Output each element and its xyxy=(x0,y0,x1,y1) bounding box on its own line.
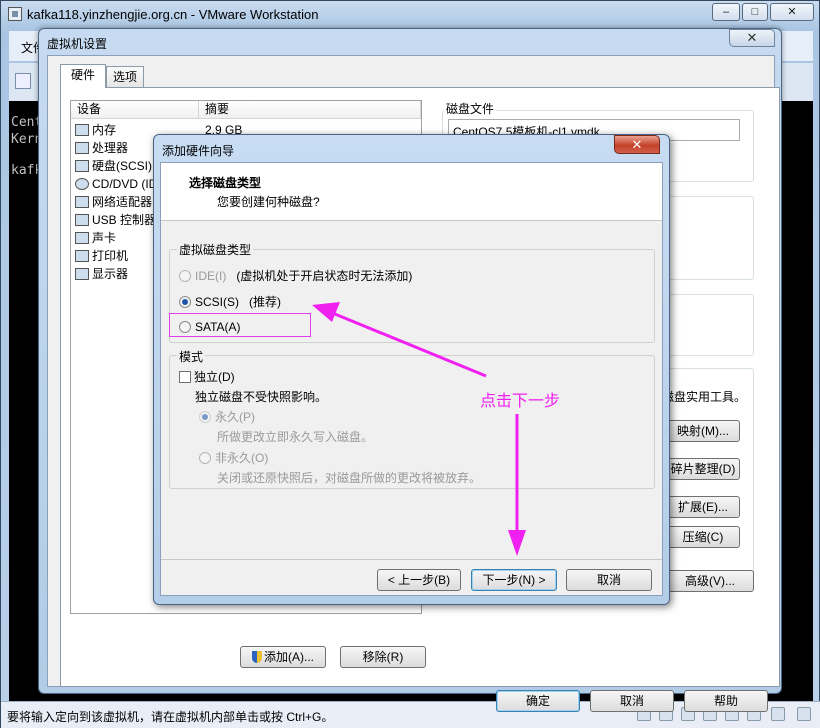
status-message: 要将输入定向到该虚拟机，请在虚拟机内部单击或按 Ctrl+G。 xyxy=(7,710,334,724)
wizard-header: 选择磁盘类型 您要创建何种磁盘? xyxy=(161,163,662,221)
device-row[interactable]: USB 控制器 xyxy=(75,211,156,229)
hard-disk-icon xyxy=(75,160,89,172)
persistent-description: 所做更改立即永久写入磁盘。 xyxy=(217,430,374,444)
tab-options[interactable]: 选项 xyxy=(106,66,144,88)
next-button[interactable]: 下一步(N) > xyxy=(471,569,557,591)
expand-button[interactable]: 扩展(E)... xyxy=(666,496,740,518)
nonpersistent-option: 非永久(O) xyxy=(199,449,268,466)
independent-checkbox[interactable] xyxy=(179,371,191,383)
wizard-heading: 选择磁盘类型 xyxy=(189,176,262,190)
device-row[interactable]: 打印机 xyxy=(75,247,128,265)
cancel-button[interactable]: 取消 xyxy=(590,690,674,712)
wizard-cancel-button[interactable]: 取消 xyxy=(566,569,652,591)
column-summary[interactable]: 摘要 xyxy=(199,101,421,119)
help-button[interactable]: 帮助 xyxy=(684,690,768,712)
annotation-text: 点击下一步 xyxy=(480,393,561,410)
disk-type-group-label: 虚拟磁盘类型 xyxy=(177,241,254,258)
column-device[interactable]: 设备 xyxy=(71,101,199,119)
vmware-app-icon xyxy=(8,7,22,21)
home-icon[interactable] xyxy=(15,73,31,89)
wizard-subheading: 您要创建何种磁盘? xyxy=(217,195,320,209)
persistent-option: 永久(P) xyxy=(199,408,255,425)
window-title: kafka118.yinzhengjie.org.cn - VMware Wor… xyxy=(27,7,319,22)
wizard-body: 选择磁盘类型 您要创建何种磁盘? 虚拟磁盘类型 IDE(I) (虚拟机处于开启状态… xyxy=(160,162,663,596)
nonpersistent-description: 关闭或还原快照后，对磁盘所做的更改将被放弃。 xyxy=(217,471,482,485)
device-row[interactable]: 硬盘(SCSI) xyxy=(75,157,152,175)
scsi-radio[interactable] xyxy=(179,296,191,308)
printer-icon xyxy=(75,250,89,262)
shield-icon xyxy=(252,651,262,663)
ide-option: IDE(I) (虚拟机处于开启状态时无法添加) xyxy=(179,267,412,284)
defragment-button[interactable]: 碎片整理(D) xyxy=(666,458,740,480)
close-button[interactable]: ✕ xyxy=(770,3,814,21)
remove-hardware-button[interactable]: 移除(R) xyxy=(340,646,426,668)
scsi-option[interactable]: SCSI(S) (推荐) xyxy=(179,293,281,310)
sata-option[interactable]: SATA(A) xyxy=(179,320,241,334)
add-hardware-wizard: 添加硬件向导 ✕ 选择磁盘类型 您要创建何种磁盘? 虚拟磁盘类型 IDE(I)(… xyxy=(153,134,670,605)
add-hardware-button[interactable]: 添加(A)... xyxy=(240,646,326,668)
device-row[interactable]: 显示器 xyxy=(75,265,128,283)
advanced-button[interactable]: 高级(V)... xyxy=(666,570,754,592)
sound-icon xyxy=(75,232,89,244)
persistent-radio xyxy=(199,411,211,423)
ide-radio xyxy=(179,270,191,282)
device-row[interactable]: 内存 2.9 GB xyxy=(75,121,242,139)
device-row[interactable]: 网络适配器 xyxy=(75,193,152,211)
network-icon xyxy=(75,196,89,208)
maximize-button[interactable]: □ xyxy=(742,3,768,21)
cd-dvd-icon xyxy=(75,178,89,190)
display-status-icon[interactable] xyxy=(771,707,785,721)
wizard-close-button[interactable]: ✕ xyxy=(614,135,660,154)
back-button[interactable]: < 上一步(B) xyxy=(377,569,461,591)
dialog-title: 虚拟机设置 xyxy=(47,37,108,51)
settings-close-button[interactable]: ✕ xyxy=(729,29,775,47)
device-row[interactable]: 声卡 xyxy=(75,229,116,247)
wizard-title: 添加硬件向导 xyxy=(162,144,235,158)
mode-group-label: 模式 xyxy=(177,348,206,365)
utility-text: 磁盘实用工具。 xyxy=(662,390,747,404)
cpu-icon xyxy=(75,142,89,154)
minimize-button[interactable]: – xyxy=(712,3,740,21)
usb-icon xyxy=(75,214,89,226)
footer-divider xyxy=(161,559,662,560)
display-icon xyxy=(75,268,89,280)
ok-button[interactable]: 确定 xyxy=(496,690,580,712)
nonpersistent-radio xyxy=(199,452,211,464)
map-button[interactable]: 映射(M)... xyxy=(666,420,740,442)
disk-file-label: 磁盘文件 xyxy=(444,100,497,117)
sata-radio[interactable] xyxy=(179,321,191,333)
compact-button[interactable]: 压缩(C) xyxy=(666,526,740,548)
message-status-icon[interactable] xyxy=(797,707,811,721)
tab-hardware[interactable]: 硬件 xyxy=(60,64,106,88)
independent-description: 独立磁盘不受快照影响。 xyxy=(195,390,328,404)
memory-icon xyxy=(75,124,89,136)
device-row[interactable]: 处理器 xyxy=(75,139,128,157)
independent-option[interactable]: 独立(D) xyxy=(179,368,235,385)
